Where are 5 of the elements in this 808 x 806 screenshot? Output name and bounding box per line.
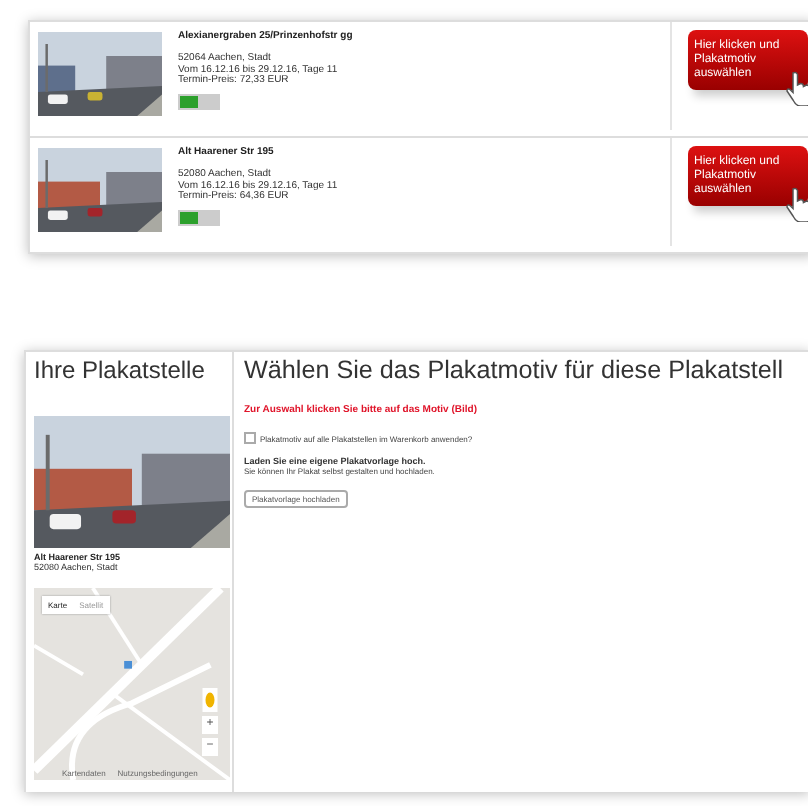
sidebar-title: Ihre Plakatstelle [34, 356, 207, 384]
page-heading: Wählen Sie das Plakatmotiv für diese Plakatstell [244, 356, 785, 384]
toggle-switch[interactable] [178, 209, 220, 225]
checkbox[interactable] [244, 432, 256, 444]
toggle-switch[interactable] [178, 93, 220, 109]
